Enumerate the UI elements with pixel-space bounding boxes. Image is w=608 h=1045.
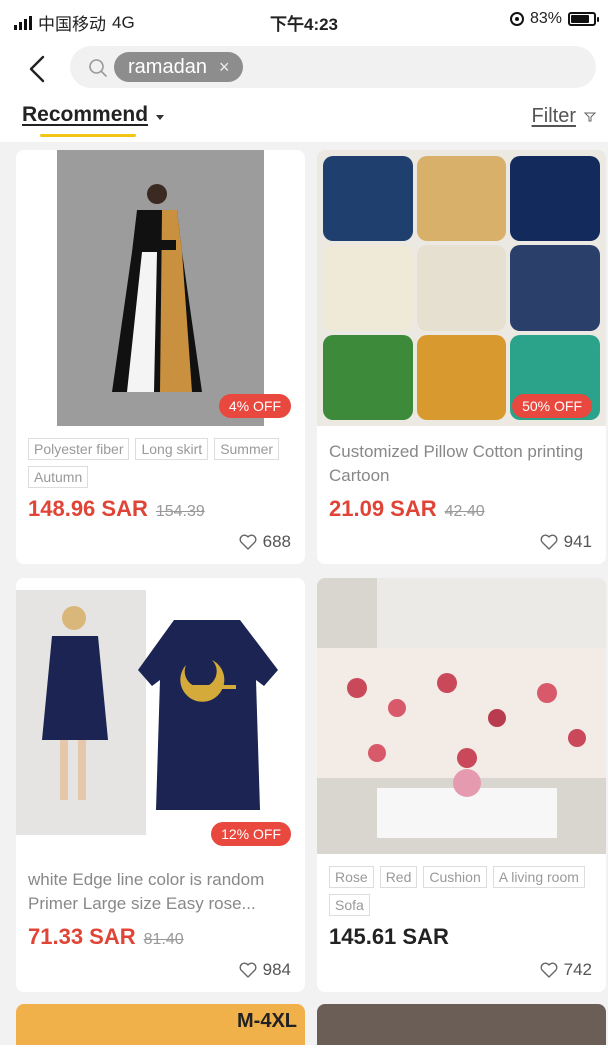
product-card[interactable]: M-4XL bbox=[16, 1004, 305, 1045]
sort-recommend-label: Recommend bbox=[22, 103, 149, 126]
pillow-collage bbox=[317, 150, 606, 426]
discount-badge: 12% OFF bbox=[211, 822, 291, 846]
battery-icon bbox=[568, 12, 599, 26]
like-count: 941 bbox=[563, 532, 592, 551]
back-arrow-icon[interactable] bbox=[26, 54, 48, 84]
product-card[interactable]: 4% OFF Polyester fiber Long skirt Summer… bbox=[16, 150, 305, 564]
product-title[interactable]: white Edge line color is random Primer L… bbox=[28, 868, 296, 916]
heart-icon bbox=[540, 962, 558, 978]
discount-badge: 50% OFF bbox=[512, 394, 592, 418]
navy-dress-illustration bbox=[16, 590, 278, 835]
filter-label: Filter bbox=[531, 105, 576, 127]
sort-bar: Recommend Filter bbox=[0, 98, 608, 142]
price-row: 145.61 SAR bbox=[329, 924, 449, 950]
product-image[interactable]: 12% OFF bbox=[16, 578, 305, 854]
tag[interactable]: A living room bbox=[492, 866, 585, 888]
like-button[interactable]: 941 bbox=[540, 532, 592, 552]
heart-icon bbox=[239, 962, 257, 978]
price-row: 71.33 SAR 81.40 bbox=[28, 924, 184, 950]
heart-icon bbox=[540, 534, 558, 550]
dress-illustration bbox=[112, 184, 202, 392]
status-bar: 中国移动 4G 下午4:23 83% bbox=[0, 0, 608, 40]
product-card[interactable]: 50% OFF Customized Pillow Cotton printin… bbox=[317, 150, 606, 564]
tag[interactable]: Autumn bbox=[28, 466, 89, 488]
search-query-text: ramadan bbox=[128, 55, 207, 78]
price-row: 148.96 SAR 154.39 bbox=[28, 496, 205, 522]
sort-recommend-dropdown[interactable]: Recommend bbox=[22, 103, 165, 127]
tag[interactable]: Polyester fiber bbox=[28, 438, 130, 460]
tag[interactable]: Cushion bbox=[423, 866, 487, 888]
tag[interactable]: Sofa bbox=[329, 894, 370, 916]
search-input[interactable]: ramadan × bbox=[70, 46, 596, 88]
tag-list: Rose Red Cushion A living room Sofa bbox=[329, 866, 599, 916]
size-range-label: M-4XL bbox=[237, 1010, 297, 1032]
like-button[interactable]: 688 bbox=[239, 532, 291, 552]
orientation-lock-icon bbox=[509, 12, 524, 26]
tag[interactable]: Long skirt bbox=[135, 438, 209, 460]
like-button[interactable]: 984 bbox=[239, 960, 291, 980]
like-button[interactable]: 742 bbox=[540, 960, 592, 980]
filter-button[interactable]: Filter bbox=[532, 105, 596, 128]
price: 145.61 SAR bbox=[329, 924, 449, 949]
tag[interactable]: Red bbox=[379, 866, 418, 888]
discount-badge: 4% OFF bbox=[218, 394, 291, 418]
search-query-chip[interactable]: ramadan × bbox=[114, 52, 244, 82]
product-card[interactable]: Rose Red Cushion A living room Sofa 145.… bbox=[317, 578, 606, 992]
product-image[interactable]: 50% OFF bbox=[317, 150, 606, 426]
original-price: 81.40 bbox=[143, 931, 184, 948]
product-image[interactable]: 4% OFF bbox=[16, 150, 305, 426]
filter-funnel-icon bbox=[584, 112, 596, 121]
product-image[interactable] bbox=[317, 578, 606, 854]
like-count: 688 bbox=[262, 532, 291, 551]
product-title[interactable]: Customized Pillow Cotton printing Cartoo… bbox=[329, 440, 597, 488]
tag[interactable]: Rose bbox=[329, 866, 374, 888]
price: 148.96 SAR bbox=[28, 496, 148, 521]
original-price: 154.39 bbox=[155, 503, 205, 520]
clear-query-icon[interactable]: × bbox=[219, 57, 230, 78]
caret-down-icon bbox=[156, 114, 165, 120]
active-sort-indicator bbox=[40, 134, 136, 137]
heart-icon bbox=[239, 534, 257, 550]
price-row: 21.09 SAR 42.40 bbox=[329, 496, 485, 522]
search-icon bbox=[89, 59, 107, 77]
original-price: 42.40 bbox=[444, 503, 485, 520]
sofa-illustration bbox=[317, 578, 606, 838]
battery-percent: 83% bbox=[529, 10, 562, 27]
product-card[interactable]: 12% OFF white Edge line color is random … bbox=[16, 578, 305, 992]
tag-list: Polyester fiber Long skirt Summer Autumn bbox=[28, 438, 298, 488]
price: 21.09 SAR bbox=[329, 496, 437, 521]
tag[interactable]: Summer bbox=[214, 438, 280, 460]
like-count: 742 bbox=[563, 960, 592, 979]
product-card[interactable] bbox=[317, 1004, 606, 1045]
like-count: 984 bbox=[262, 960, 291, 979]
product-image[interactable] bbox=[317, 1004, 606, 1045]
price: 71.33 SAR bbox=[28, 924, 136, 949]
search-header: ramadan × bbox=[0, 40, 608, 98]
